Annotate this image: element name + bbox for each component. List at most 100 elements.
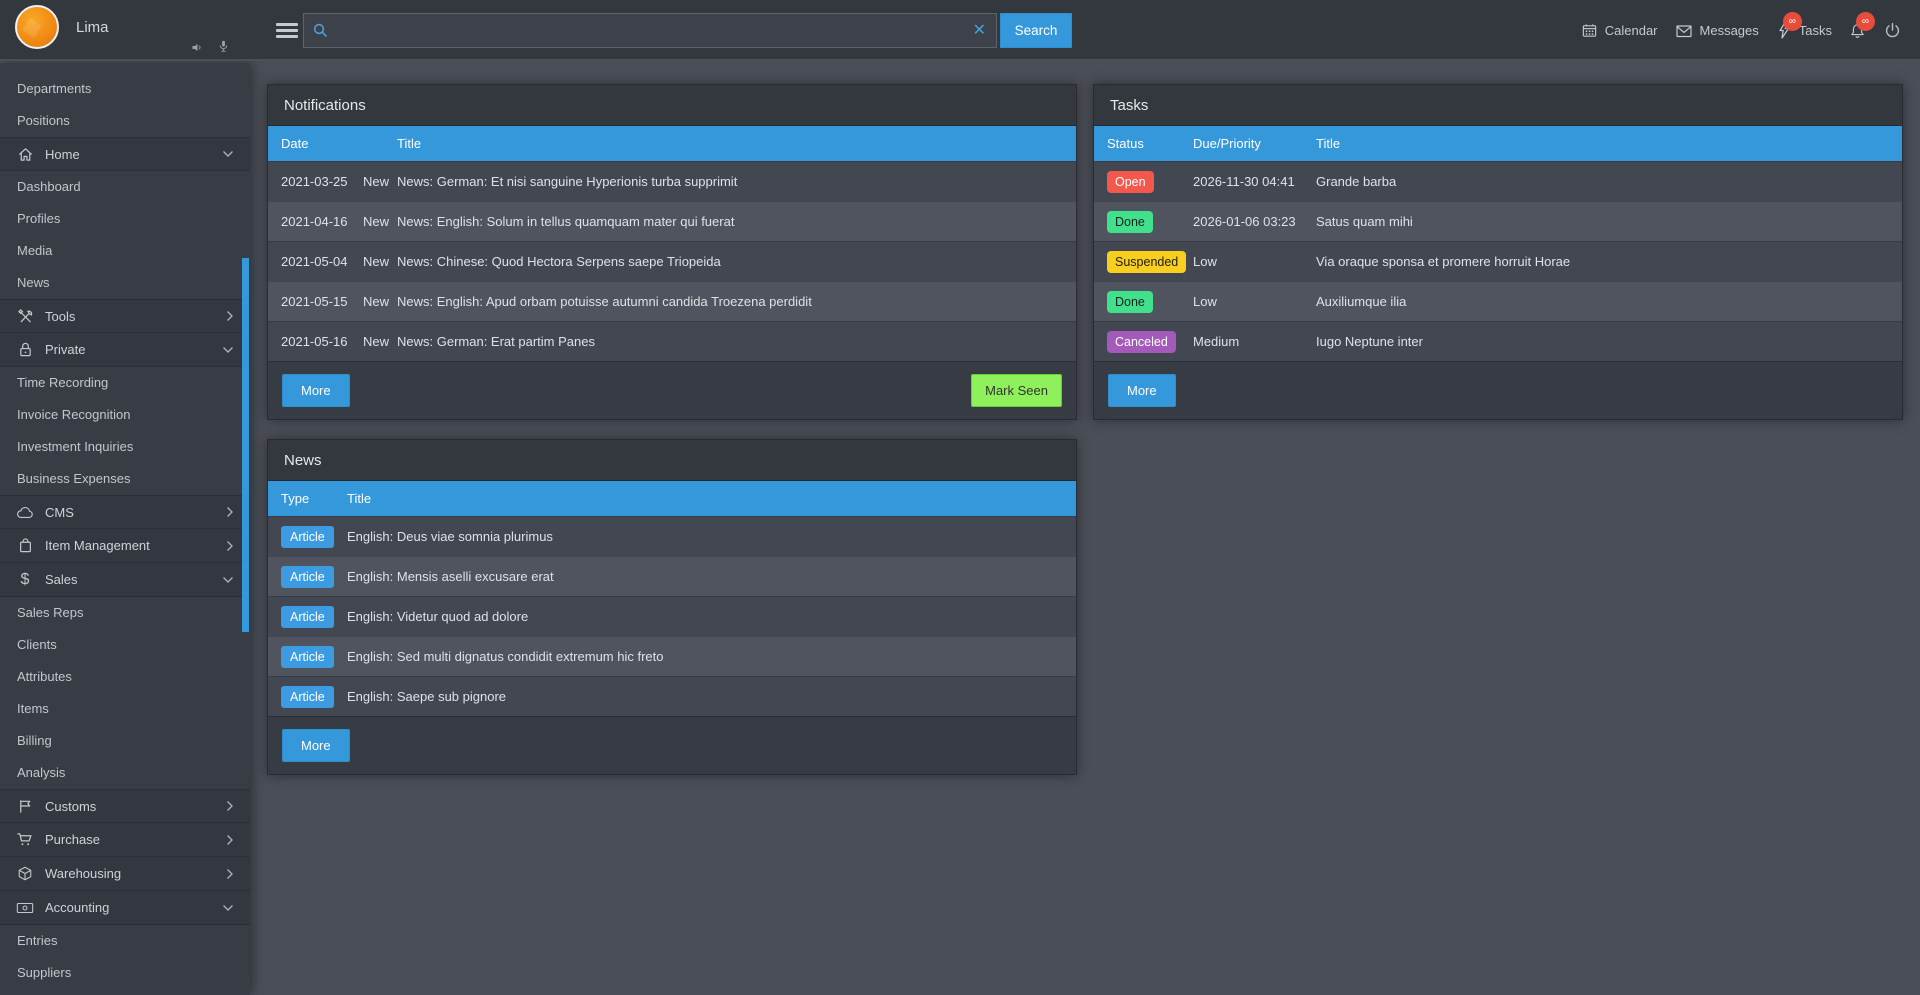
sidebar-scrollbar[interactable] (242, 258, 249, 632)
microphone-icon[interactable] (217, 39, 230, 54)
tasks-count-badge: ∞ (1783, 12, 1802, 31)
notification-tag: New (363, 214, 397, 229)
sidebar-section-label: Purchase (45, 832, 100, 847)
sidebar-item-suppliers[interactable]: Suppliers (0, 957, 250, 989)
notification-tag: New (363, 174, 397, 189)
notification-tag: New (363, 254, 397, 269)
notifications-more-button[interactable]: More (282, 374, 350, 407)
sidebar-item-time-recording[interactable]: Time Recording (0, 367, 250, 399)
task-due: 2026-01-06 03:23 (1193, 214, 1316, 229)
notification-date: 2021-05-16 (268, 334, 363, 349)
article-badge: Article (281, 606, 334, 628)
task-row[interactable]: Suspended Low Via oraque sponsa et prome… (1094, 241, 1902, 281)
notification-row[interactable]: 2021-04-16 New News: English: Solum in t… (268, 201, 1076, 241)
sidebar-section-customs[interactable]: Customs (0, 789, 250, 823)
news-row[interactable]: Article English: Mensis aselli excusare … (268, 556, 1076, 596)
news-item-title: English: Sed multi dignatus condidit ext… (347, 649, 1076, 664)
notification-row[interactable]: 2021-03-25 New News: German: Et nisi san… (268, 161, 1076, 201)
task-due: Low (1193, 294, 1316, 309)
sidebar-section-label: Private (45, 342, 85, 357)
sidebar-item-items[interactable]: Items (0, 693, 250, 725)
nav-messages[interactable]: Messages (1675, 23, 1759, 39)
search-input[interactable] (338, 14, 958, 47)
app-logo[interactable] (15, 5, 59, 49)
sidebar-item-media[interactable]: Media (0, 235, 250, 267)
sidebar-item-attributes[interactable]: Attributes (0, 661, 250, 693)
article-badge: Article (281, 646, 334, 668)
news-item-title: English: Deus viae somnia plurimus (347, 529, 1076, 544)
notification-tag: New (363, 334, 397, 349)
search-clear-icon[interactable]: ✕ (973, 20, 986, 40)
notification-title: News: Chinese: Quod Hectora Serpens saep… (397, 254, 1076, 269)
sidebar-section-private[interactable]: Private (0, 333, 250, 367)
sidebar-section-sales[interactable]: $ Sales (0, 563, 250, 597)
task-row[interactable]: Done 2026-01-06 03:23 Satus quam mihi (1094, 201, 1902, 241)
task-row[interactable]: Canceled Medium Iugo Neptune inter (1094, 321, 1902, 361)
calendar-label: Calendar (1605, 23, 1658, 38)
top-bar: Lima ✕ Search Calendar Me (0, 0, 1920, 61)
notifications-panel: Notifications Date Title 2021-03-25 New … (267, 84, 1077, 420)
menu-toggle-icon[interactable] (276, 23, 298, 41)
task-row[interactable]: Done Low Auxiliumque ilia (1094, 281, 1902, 321)
column-header-due-priority: Due/Priority (1193, 136, 1316, 151)
sidebar-item-billing[interactable]: Billing (0, 725, 250, 757)
sidebar-item-clients[interactable]: Clients (0, 629, 250, 661)
sidebar-item-business-expenses[interactable]: Business Expenses (0, 463, 250, 495)
chevron-right-icon (226, 506, 234, 518)
sidebar-section-purchase[interactable]: Purchase (0, 823, 250, 857)
notification-row[interactable]: 2021-05-04 New News: Chinese: Quod Hecto… (268, 241, 1076, 281)
news-footer: More (268, 716, 1076, 774)
sidebar-item-departments[interactable]: Departments (0, 73, 250, 105)
status-badge: Suspended (1107, 251, 1186, 273)
power-icon (1883, 21, 1902, 40)
sidebar-section-tools[interactable]: Tools (0, 299, 250, 333)
chevron-down-icon (222, 150, 234, 158)
sidebar-item-analysis[interactable]: Analysis (0, 757, 250, 789)
nav-power[interactable] (1883, 21, 1902, 40)
sidebar-section-label: Customs (45, 799, 96, 814)
news-more-button[interactable]: More (282, 729, 350, 762)
tasks-panel: Tasks Status Due/Priority Title Open 202… (1093, 84, 1903, 420)
sidebar-item-invoice-recognition[interactable]: Invoice Recognition (0, 399, 250, 431)
nav-alerts[interactable]: ∞ (1849, 21, 1866, 40)
sidebar-section-home[interactable]: Home (0, 137, 250, 171)
volume-icon[interactable] (191, 41, 204, 54)
column-header-title: Title (397, 136, 1076, 151)
notifications-footer: More Mark Seen (268, 361, 1076, 419)
mark-seen-button[interactable]: Mark Seen (971, 374, 1062, 407)
news-row[interactable]: Article English: Deus viae somnia plurim… (268, 516, 1076, 556)
task-row[interactable]: Open 2026-11-30 04:41 Grande barba (1094, 161, 1902, 201)
sidebar-item-sales-reps[interactable]: Sales Reps (0, 597, 250, 629)
sidebar-item-entries[interactable]: Entries (0, 925, 250, 957)
task-title: Auxiliumque ilia (1316, 294, 1902, 309)
column-header-title: Title (347, 491, 1076, 506)
notifications-header: Date Title (268, 126, 1076, 161)
sidebar-section-cms[interactable]: CMS (0, 495, 250, 529)
sidebar-item-profiles[interactable]: Profiles (0, 203, 250, 235)
tasks-header: Status Due/Priority Title (1094, 126, 1902, 161)
status-badge: Done (1107, 211, 1153, 233)
notification-row[interactable]: 2021-05-15 New News: English: Apud orbam… (268, 281, 1076, 321)
sidebar-section-accounting[interactable]: Accounting (0, 891, 250, 925)
sidebar-section-item-management[interactable]: Item Management (0, 529, 250, 563)
sidebar-item-investment-inquiries[interactable]: Investment Inquiries (0, 431, 250, 463)
sidebar-item-dashboard[interactable]: Dashboard (0, 171, 250, 203)
sidebar-item-news[interactable]: News (0, 267, 250, 299)
sidebar-item-positions[interactable]: Positions (0, 105, 250, 137)
sidebar-section-label: Tools (45, 309, 75, 324)
notification-row[interactable]: 2021-05-16 New News: German: Erat partim… (268, 321, 1076, 361)
notification-date: 2021-05-04 (268, 254, 363, 269)
news-row[interactable]: Article English: Saepe sub pignore (268, 676, 1076, 716)
news-row[interactable]: Article English: Sed multi dignatus cond… (268, 636, 1076, 676)
tasks-title: Tasks (1094, 85, 1902, 126)
tasks-more-button[interactable]: More (1108, 374, 1176, 407)
notification-title: News: English: Solum in tellus quamquam … (397, 214, 1076, 229)
flag-icon (16, 798, 34, 815)
news-row[interactable]: Article English: Videtur quod ad dolore (268, 596, 1076, 636)
nav-calendar[interactable]: Calendar (1581, 22, 1658, 39)
search-box: ✕ (303, 13, 997, 48)
sidebar-section-warehousing[interactable]: Warehousing (0, 857, 250, 891)
search-button[interactable]: Search (1000, 13, 1072, 48)
nav-tasks[interactable]: ∞ Tasks (1776, 21, 1832, 40)
tools-icon (16, 308, 34, 325)
